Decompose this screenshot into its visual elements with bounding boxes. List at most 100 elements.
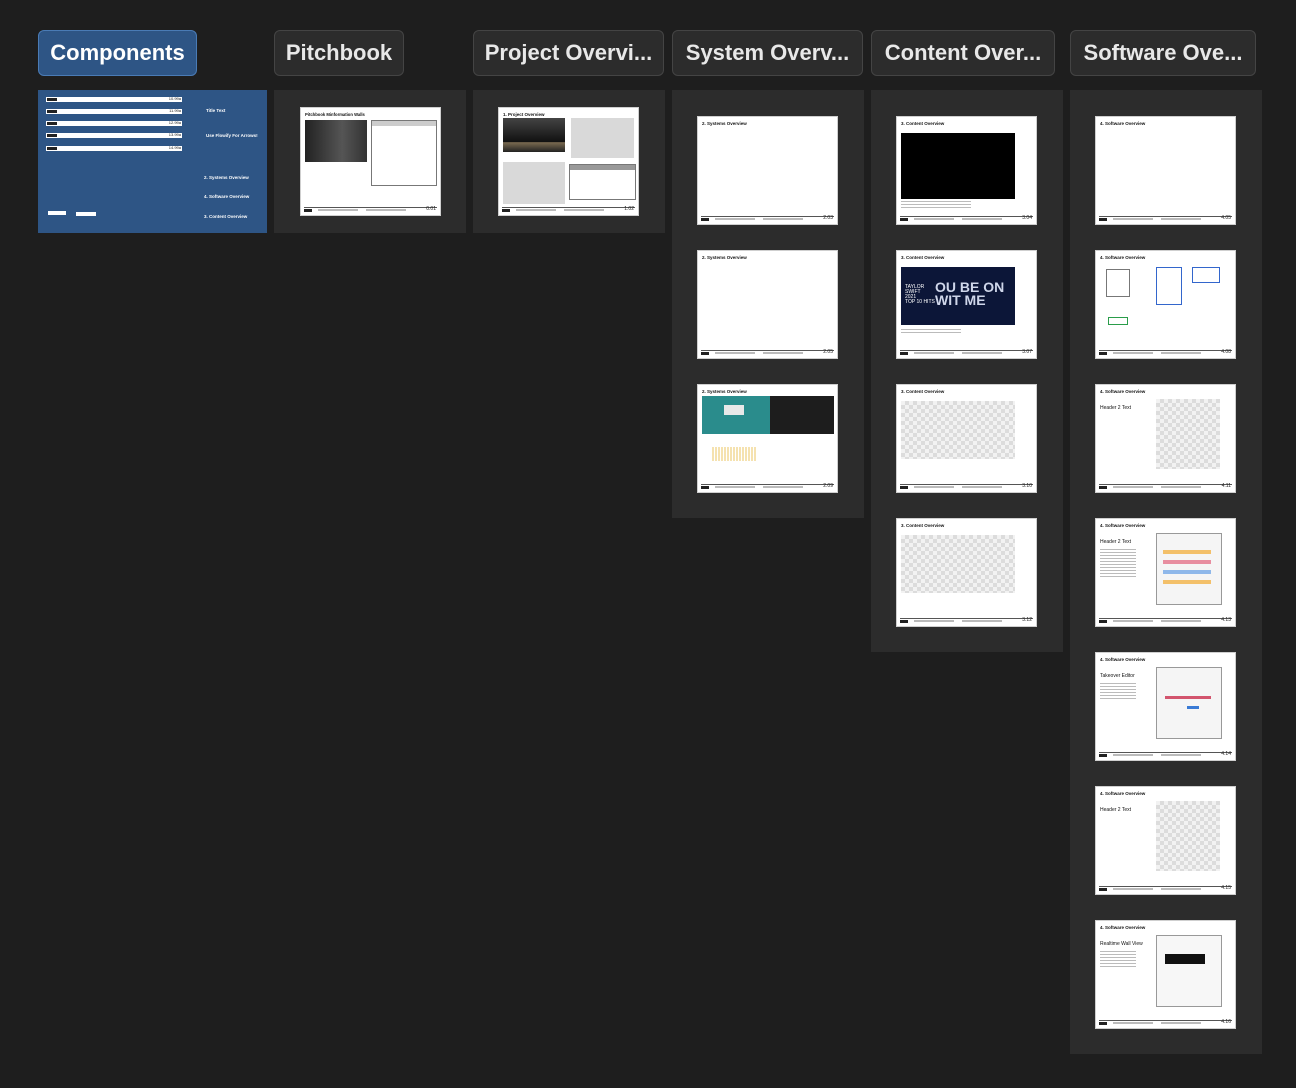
page-number: 4.11 [1221, 483, 1231, 489]
page-footer [502, 207, 635, 212]
page-number: 2.09 [823, 483, 833, 489]
software-page[interactable]: 4. Software Overview Header 2 Text 4.13 [1096, 519, 1235, 626]
link-content[interactable]: 3. Content Overview [204, 214, 247, 219]
page-header: Takeover Editor [1100, 673, 1135, 679]
page-number: 3.04 [1022, 215, 1032, 221]
page-number: 4.13 [1221, 617, 1231, 623]
component-row[interactable]: 14.99a [46, 146, 182, 151]
page-footer [1099, 618, 1232, 623]
page-title: 4. Software Overview [1100, 121, 1146, 126]
page-body-text [1100, 549, 1136, 579]
arrows-note: Use Flowify For Arrows! [206, 133, 258, 138]
component-row[interactable]: 10.99a [46, 97, 182, 102]
page-photo [305, 120, 367, 162]
page-footer [1099, 1020, 1232, 1025]
content-page[interactable]: 3. Content Overview 3.12 [897, 519, 1036, 626]
link-systems[interactable]: 2. Systems Overview [204, 175, 249, 180]
page-header: Header 2 Text [1100, 807, 1132, 813]
page-header: Header 2 Text [1100, 405, 1132, 411]
page-title: Pitchbook Minformation Walls [305, 112, 365, 117]
tab-components[interactable]: Components [38, 30, 197, 76]
page-title: 4. Software Overview [1100, 255, 1146, 260]
project-section: 1. Project Overview 1.02 [473, 90, 665, 233]
page-number: 3.12 [1022, 617, 1032, 623]
page-body-text [1100, 951, 1136, 969]
page-footer [1099, 216, 1232, 221]
content-page[interactable]: 3. Content Overview TAYLOR SWIFT 2021 TOP 1… [897, 251, 1036, 358]
pitchbook-page[interactable]: Pitchbook Minformation Walls 0.01 [301, 108, 440, 215]
image-placeholder [571, 118, 634, 158]
page-number: 3.10 [1022, 483, 1032, 489]
content-section: 3. Content Overview 3.04 3. Content Over… [871, 90, 1063, 652]
page-footer [900, 618, 1033, 623]
page-footer [1099, 350, 1232, 355]
tab-system-overview[interactable]: System Overv... [672, 30, 863, 76]
software-page[interactable]: 4. Software Overview 4.08 [1096, 251, 1235, 358]
pitchbook-section: Pitchbook Minformation Walls 0.01 [274, 90, 466, 233]
system-ui-screenshot [770, 396, 834, 434]
flow-box [1106, 269, 1130, 297]
page-table [371, 120, 437, 186]
software-page[interactable]: 4. Software Overview Header 2 Text 4.15 [1096, 787, 1235, 894]
system-diagram-box [724, 405, 744, 415]
content-caption [901, 201, 971, 210]
page-number: 2.03 [823, 215, 833, 221]
image-placeholder [503, 162, 565, 204]
tab-content-overview[interactable]: Content Over... [871, 30, 1055, 76]
system-page[interactable]: 2. Systems Overview 2.09 [698, 385, 837, 492]
page-footer [701, 216, 834, 221]
components-section[interactable]: 10.99a 11.99a 12.99a 13.99a 14.99a Title… [38, 90, 267, 233]
page-footer [701, 350, 834, 355]
image-placeholder [901, 535, 1015, 593]
component-row[interactable]: 11.99a [46, 109, 182, 114]
tab-software-overview[interactable]: Software Ove... [1070, 30, 1256, 76]
page-footer [304, 207, 437, 212]
page-title: 4. Software Overview [1100, 791, 1146, 796]
content-page[interactable]: 3. Content Overview 3.04 [897, 117, 1036, 224]
software-page[interactable]: 4. Software Overview Takeover Editor 4.1… [1096, 653, 1235, 760]
software-page[interactable]: 4. Software Overview 4.05 [1096, 117, 1235, 224]
page-footer [900, 484, 1033, 489]
project-page[interactable]: 1. Project Overview 1.02 [499, 108, 638, 215]
component-row[interactable]: 13.99a [46, 133, 182, 138]
software-page[interactable]: 4. Software Overview Header 2 Text 4.11 [1096, 385, 1235, 492]
component-button[interactable] [48, 211, 66, 215]
page-number: 4.15 [1221, 885, 1231, 891]
led-grid [712, 447, 756, 461]
software-section: 4. Software Overview 4.05 4. Software Ov… [1070, 90, 1262, 1054]
tab-project-overview[interactable]: Project Overvi... [473, 30, 664, 76]
page-title: 4. Software Overview [1100, 523, 1146, 528]
flow-box [1156, 267, 1182, 305]
title-text-sample: Title Text [206, 108, 226, 113]
system-diagram-image [702, 396, 770, 434]
component-row[interactable]: 12.99a [46, 121, 182, 126]
page-title: 3. Content Overview [901, 255, 945, 260]
page-title: 3. Content Overview [901, 389, 945, 394]
link-software[interactable]: 4. Software Overview [204, 194, 249, 199]
app-screenshot [1156, 667, 1222, 739]
component-button[interactable] [76, 212, 96, 216]
image-placeholder [1156, 801, 1220, 871]
page-number: 0.01 [426, 206, 436, 212]
page-header: Header 2 Text [1100, 539, 1132, 545]
page-body-text [1100, 683, 1136, 701]
page-number: 4.16 [1221, 1019, 1231, 1025]
system-page[interactable]: 2. Systems Overview 2.05 [698, 251, 837, 358]
page-title: 4. Software Overview [1100, 925, 1146, 930]
page-title: 3. Content Overview [901, 523, 945, 528]
content-page[interactable]: 3. Content Overview 3.10 [897, 385, 1036, 492]
page-footer [900, 216, 1033, 221]
page-table [569, 164, 636, 200]
page-number: 4.14 [1221, 751, 1231, 757]
page-title: 2. Systems Overview [702, 389, 747, 394]
tab-pitchbook[interactable]: Pitchbook [274, 30, 404, 76]
system-page[interactable]: 2. Systems Overview 2.03 [698, 117, 837, 224]
page-footer [1099, 484, 1232, 489]
page-number: 4.05 [1221, 215, 1231, 221]
content-diagram [901, 133, 1015, 199]
page-number: 3.07 [1022, 349, 1032, 355]
system-section: 2. Systems Overview 2.03 2. Systems Over… [672, 90, 864, 518]
software-page[interactable]: 4. Software Overview Realtime Wall View … [1096, 921, 1235, 1028]
page-title: 2. Systems Overview [702, 255, 747, 260]
page-header: Realtime Wall View [1100, 941, 1143, 947]
